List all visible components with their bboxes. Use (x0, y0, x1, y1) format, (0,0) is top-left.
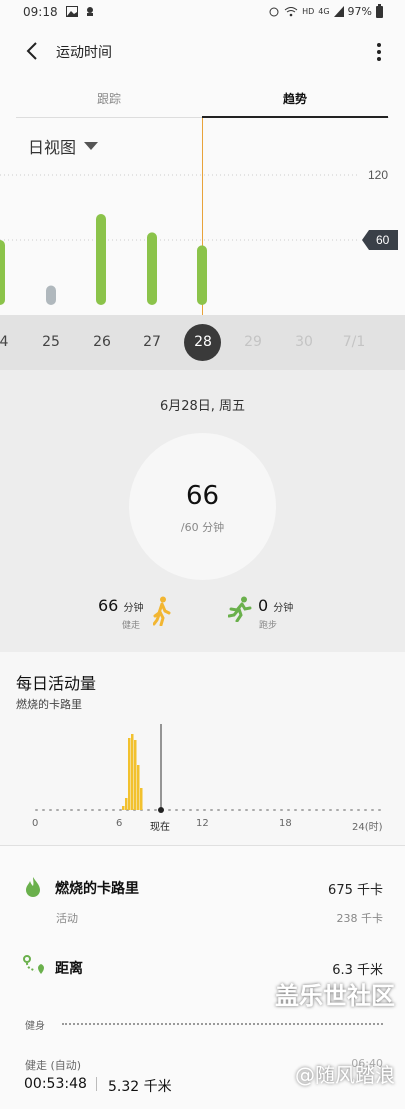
status-bar: 09:18 HD 4G 97% (0, 0, 405, 26)
wifi-icon (284, 7, 298, 17)
walk-auto-label: 健走 (自动) (25, 1059, 82, 1072)
axis-label: 12 (196, 818, 209, 829)
goal-label: 60 (376, 233, 390, 247)
active-minutes-value: 66 (185, 481, 220, 511)
summary-date: 6月28日, 周五 (159, 399, 246, 414)
now-dot (158, 807, 164, 813)
bar (0, 240, 5, 305)
reference-label: 120 (368, 168, 388, 182)
bar (147, 232, 157, 305)
axis-label: 18 (279, 818, 292, 829)
signal-type: 4G (318, 7, 330, 16)
flame-icon (26, 877, 40, 897)
walk-distance: 5.32 千米 (108, 1079, 172, 1095)
daily-activity-card[interactable]: 每日活动量 燃烧的卡路里 0 6 现在 12 18 24(时) (0, 652, 405, 845)
battery-icon (376, 3, 383, 18)
app-bar: 运动时间 (0, 26, 405, 78)
date-item[interactable]: 25 (31, 315, 71, 370)
calories-activity-value: 238 千卡 (336, 912, 384, 925)
watermark-handle: @随风踏浪 (295, 1063, 395, 1087)
run-minutes: 0 (258, 596, 269, 615)
walk-label: 健走 (122, 621, 141, 631)
bar (197, 245, 207, 305)
distance-title: 距离 (55, 961, 83, 977)
run-label: 跑步 (259, 621, 278, 631)
bar (96, 214, 106, 305)
date-item[interactable]: 29 (233, 315, 273, 370)
date-item[interactable]: 7/1 (334, 315, 374, 370)
stat-separator (96, 1077, 97, 1091)
battery-percent: 97% (347, 5, 372, 18)
activity-bar (125, 798, 128, 810)
date-strip[interactable]: 4 25 26 27 28 29 30 7/1 (0, 315, 405, 370)
day-summary: 6月28日, 周五 66 /60 分钟 66 分钟 健走 0 分钟 跑步 (0, 370, 405, 652)
running-person-icon (228, 596, 252, 622)
walk-duration: 00:53:48 (24, 1076, 87, 1092)
watermark-text: 盖乐世社区 (275, 982, 395, 1010)
tab-bar: 跟踪 趋势 (0, 78, 405, 118)
daily-activity-chart (35, 724, 385, 813)
bar (46, 285, 56, 305)
calories-title: 燃烧的卡路里 (55, 881, 139, 897)
date-item[interactable]: 27 (132, 315, 172, 370)
date-item[interactable]: 26 (82, 315, 122, 370)
network-type: HD (302, 7, 315, 16)
fitness-divider (62, 1023, 383, 1025)
active-minutes-goal: /60 分钟 (180, 521, 225, 534)
trend-chart[interactable]: 120 60 (0, 118, 405, 315)
now-label: 现在 (150, 822, 170, 833)
calories-activity-label: 活动 (56, 912, 78, 925)
alarm-icon (269, 7, 279, 17)
activity-bar (131, 734, 134, 810)
page-title: 运动时间 (56, 45, 112, 61)
date-item[interactable]: 30 (284, 315, 324, 370)
activity-bar (128, 738, 131, 810)
activity-bar (122, 806, 125, 810)
signal-icon (333, 6, 344, 17)
axis-label: 0 (32, 818, 39, 829)
route-icon (23, 955, 44, 974)
date-item-selected[interactable]: 28 (183, 315, 223, 370)
calories-value: 675 千卡 (328, 883, 383, 898)
gallery-icon (66, 6, 78, 17)
status-indicators: HD 4G 97% (268, 3, 383, 18)
status-time: 09:18 (23, 5, 58, 19)
trend-chart-area: 日视图 120 60 (0, 118, 405, 315)
section-divider (0, 845, 405, 846)
run-unit: 分钟 (273, 603, 294, 614)
run-stat: 0 分钟 跑步 (228, 596, 294, 631)
axis-label: 24(时) (352, 822, 383, 833)
more-options-icon[interactable] (375, 41, 383, 63)
tab-tracking[interactable]: 跟踪 (16, 78, 202, 118)
activity-bar (137, 765, 140, 810)
date-item[interactable]: 4 (0, 315, 24, 370)
walking-person-icon (153, 596, 171, 626)
notification-icon (87, 7, 93, 16)
tab-trends[interactable]: 趋势 (202, 78, 388, 118)
activity-bar (140, 788, 143, 810)
walk-minutes: 66 (98, 596, 119, 615)
walk-unit: 分钟 (123, 603, 144, 614)
walk-stat: 66 分钟 健走 (98, 596, 171, 631)
minutes-circle: 66 /60 分钟 (129, 433, 276, 580)
back-arrow-icon[interactable] (22, 40, 42, 62)
fitness-label: 健身 (25, 1021, 45, 1032)
activity-bar (134, 740, 137, 810)
axis-label: 6 (116, 818, 123, 829)
